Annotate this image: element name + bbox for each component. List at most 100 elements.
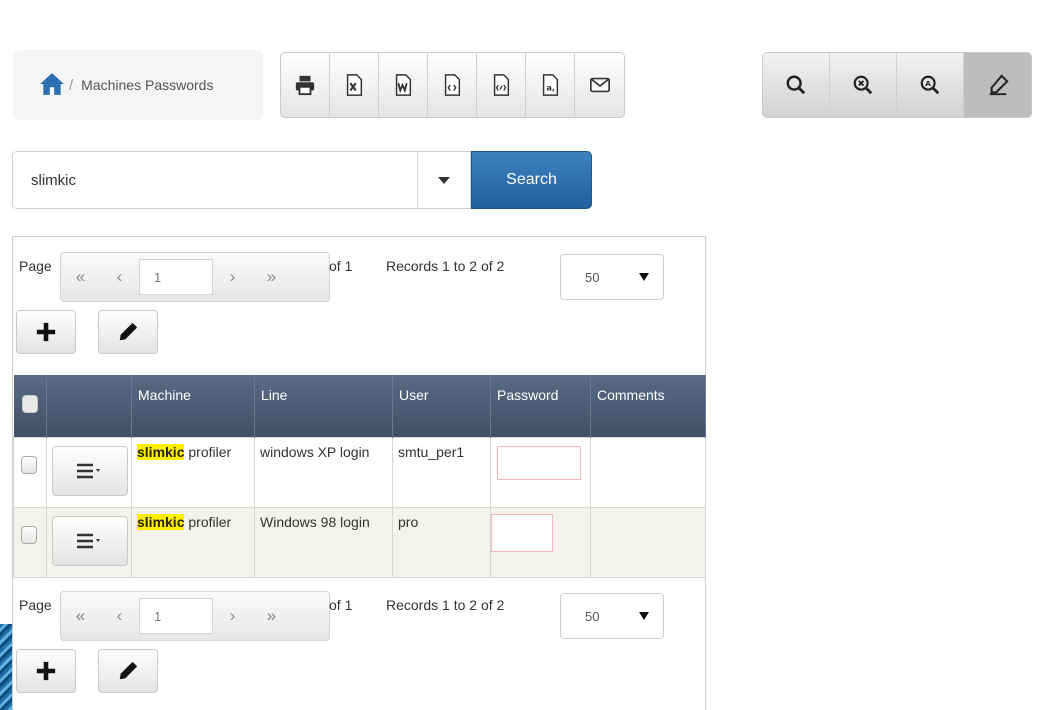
cell-user: smtu_per1	[392, 436, 491, 508]
column-header-password[interactable]: Password	[490, 375, 591, 437]
search-reset-icon	[853, 75, 873, 95]
page-number-input[interactable]	[139, 598, 213, 634]
print-button[interactable]	[281, 53, 330, 117]
row-checkbox[interactable]	[21, 455, 37, 474]
search-highlight: slimkic	[137, 513, 185, 530]
row-checkbox[interactable]	[21, 525, 37, 544]
search-panel-button[interactable]	[763, 53, 830, 117]
xml-icon	[493, 74, 510, 96]
records-grid: Page « ‹ › » of 1 Records 1 to 2 of 2 50	[12, 236, 706, 710]
highlight-button[interactable]	[964, 53, 1031, 117]
caret-down-icon	[438, 176, 450, 184]
html-icon	[444, 74, 461, 96]
edit-button[interactable]	[98, 310, 158, 354]
page-size-select[interactable]: 50	[560, 593, 664, 639]
export-csv-button[interactable]: a,	[526, 53, 575, 117]
export-toolbar: a,	[280, 52, 625, 118]
column-header-comments[interactable]: Comments	[590, 375, 706, 437]
export-html-button[interactable]	[428, 53, 477, 117]
cell-machine: slimkic profiler	[131, 436, 255, 508]
search-box	[12, 151, 471, 209]
highlighter-icon	[989, 74, 1009, 96]
cell-line: windows XP login	[254, 436, 393, 508]
row-menu-cell	[46, 436, 132, 508]
list-menu-icon	[77, 533, 100, 548]
records-label: Records 1 to 2 of 2	[386, 597, 505, 613]
search-toolbar: A	[762, 52, 1032, 118]
page-size-value: 50	[585, 269, 600, 285]
search-options-dropdown[interactable]	[417, 152, 470, 208]
plus-icon	[36, 661, 56, 681]
breadcrumb-current: Machines Passwords	[81, 77, 214, 93]
breadcrumb-separator: /	[69, 76, 74, 94]
row-menu-header	[46, 375, 132, 437]
search-input[interactable]	[13, 151, 417, 209]
pencil-icon	[119, 322, 138, 341]
records-table: Machine Line User Password Comments slim…	[13, 375, 706, 578]
search-button[interactable]: Search	[471, 151, 592, 209]
table-row: slimkic profiler Windows 98 login pro	[13, 506, 706, 578]
records-label: Records 1 to 2 of 2	[386, 258, 505, 274]
page-size-value: 50	[585, 608, 600, 624]
row-menu-cell	[46, 506, 132, 578]
cell-password	[490, 436, 591, 508]
first-page-button[interactable]: «	[61, 253, 100, 301]
caret-down-icon	[639, 273, 649, 281]
add-button[interactable]	[16, 649, 76, 693]
envelope-icon	[589, 77, 610, 93]
next-page-button[interactable]: ›	[213, 253, 252, 301]
machine-text: profiler	[184, 513, 232, 530]
select-all-cell	[13, 375, 47, 437]
last-page-button[interactable]: »	[252, 592, 291, 640]
page-number-input[interactable]	[139, 259, 213, 295]
search-highlight: slimkic	[137, 443, 185, 460]
row-actions-button[interactable]	[52, 445, 128, 496]
export-word-button[interactable]	[379, 53, 428, 117]
cell-comments	[590, 506, 706, 578]
password-field[interactable]	[491, 513, 553, 552]
home-icon[interactable]	[39, 71, 65, 100]
machine-text: profiler	[184, 443, 232, 460]
page-navigation: « ‹ › »	[60, 252, 330, 302]
next-page-button[interactable]: ›	[213, 592, 252, 640]
advanced-search-button[interactable]: A	[897, 53, 964, 117]
cell-comments	[590, 436, 706, 508]
word-icon	[395, 74, 412, 96]
password-field[interactable]	[497, 445, 581, 480]
row-select-cell	[13, 436, 47, 508]
first-page-button[interactable]: «	[61, 592, 100, 640]
column-header-machine[interactable]: Machine	[131, 375, 255, 437]
add-button[interactable]	[16, 310, 76, 354]
table-header-row: Machine Line User Password Comments	[13, 375, 706, 437]
last-page-button[interactable]: »	[252, 253, 291, 301]
breadcrumb: / Machines Passwords	[13, 50, 263, 120]
export-excel-button[interactable]	[330, 53, 379, 117]
search-icon	[786, 75, 806, 95]
page-label: Page	[19, 258, 52, 274]
top-pager: Page « ‹ › » of 1 Records 1 to 2 of 2 50	[13, 249, 705, 305]
column-header-line[interactable]: Line	[254, 375, 393, 437]
text-icon: a,	[542, 74, 559, 96]
cell-user: pro	[392, 506, 491, 578]
edit-button[interactable]	[98, 649, 158, 693]
select-all-checkbox[interactable]	[21, 395, 38, 413]
column-header-user[interactable]: User	[392, 375, 491, 437]
email-button[interactable]	[575, 53, 624, 117]
page-size-select[interactable]: 50	[560, 254, 664, 300]
previous-page-button[interactable]: ‹	[100, 253, 139, 301]
svg-text:a,: a,	[546, 83, 555, 93]
plus-icon	[36, 322, 56, 342]
reset-search-button[interactable]	[830, 53, 897, 117]
svg-text:A: A	[925, 79, 931, 88]
row-actions-button[interactable]	[52, 515, 128, 566]
previous-page-button[interactable]: ‹	[100, 592, 139, 640]
excel-icon	[346, 74, 363, 96]
page-label: Page	[19, 597, 52, 613]
cell-password	[490, 506, 591, 578]
list-menu-icon	[77, 463, 100, 478]
table-row: slimkic profiler windows XP login smtu_p…	[13, 436, 706, 508]
search-advanced-icon: A	[920, 75, 940, 95]
pencil-icon	[119, 661, 138, 680]
export-xml-button[interactable]	[477, 53, 526, 117]
bottom-pager: Page « ‹ › » of 1 Records 1 to 2 of 2 50	[13, 588, 705, 644]
